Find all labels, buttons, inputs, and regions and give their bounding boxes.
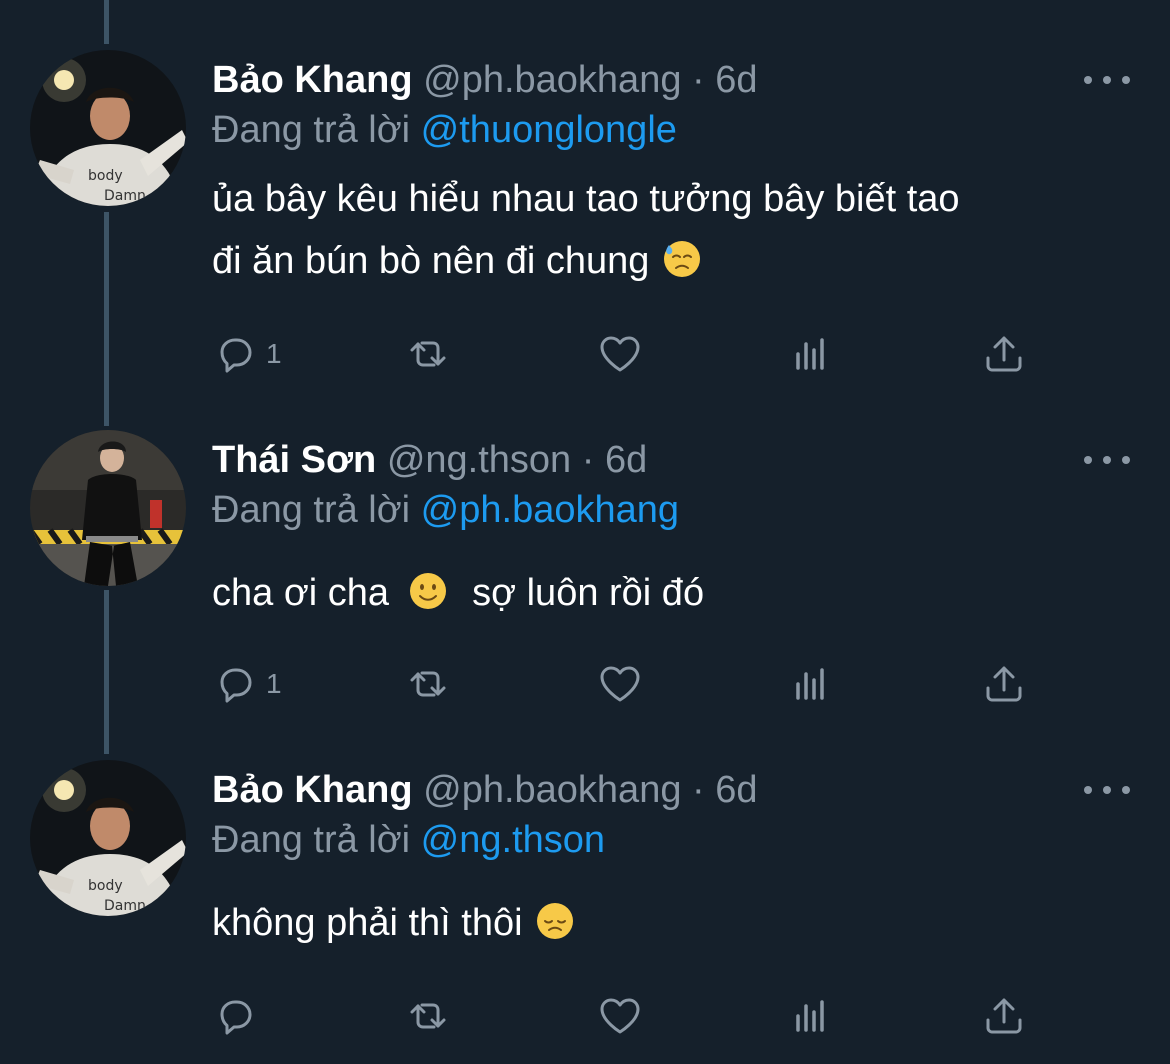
retweet-icon [410,1003,446,1029]
tweet-text-part: không phải thì thôi [212,902,523,944]
retweet-button[interactable] [404,654,452,714]
tweet-actions: 1 [212,324,1072,384]
like-button[interactable] [596,324,644,384]
reply-count: 1 [266,338,282,369]
reply-button[interactable] [212,986,266,1046]
replying-to: Đang trả lời @ph.baokhang [212,480,679,540]
views-button[interactable] [788,654,836,714]
thread-line-top [104,0,109,44]
share-button[interactable] [980,654,1028,714]
analytics-icon [796,338,824,370]
retweet-icon [410,671,446,697]
analytics-icon [796,668,824,700]
retweet-button[interactable] [404,324,452,384]
tweet-text-part: sợ luôn rồi đó [472,572,705,614]
separator: · [692,59,705,101]
user-handle[interactable]: @ng.thson [387,439,571,481]
tweet-actions [212,986,1072,1046]
mention-link[interactable]: @thuonglongle [421,109,677,151]
tweet-text: không phải thì thôi [212,892,1112,954]
tweet[interactable]: Thái Sơn @ng.thson · 6d Đang trả lời @ph… [0,430,1170,730]
tweet-text-part: cha ơi cha [212,572,390,614]
share-icon [986,336,1022,372]
timestamp[interactable]: 6d [715,769,757,811]
views-button[interactable] [788,324,836,384]
timestamp[interactable]: 6d [605,439,647,481]
tweet[interactable]: Bảo Khang @ph.baokhang · 6d Đang trả lời… [0,760,1170,1060]
more-options-icon[interactable] [1084,60,1130,100]
analytics-icon [796,1000,824,1032]
more-options-icon[interactable] [1084,440,1130,480]
more-options-icon[interactable] [1084,770,1130,810]
mention-link[interactable]: @ng.thson [421,819,605,861]
timestamp[interactable]: 6d [715,59,757,101]
share-button[interactable] [980,324,1028,384]
retweet-icon [410,341,446,367]
like-button[interactable] [596,986,644,1046]
sweat-emoji-icon [662,240,701,278]
avatar[interactable] [30,430,186,586]
reply-button[interactable]: 1 [212,654,282,714]
user-handle[interactable]: @ph.baokhang [423,59,681,101]
display-name[interactable]: Bảo Khang [212,59,413,101]
pensive-emoji-icon [536,902,575,940]
replying-to: Đang trả lời @ng.thson [212,810,605,870]
reply-count: 1 [266,668,282,699]
reply-button[interactable]: 1 [212,324,282,384]
share-button[interactable] [980,986,1028,1046]
tweet-text-line: đi ăn bún bò nên đi chung [212,240,650,282]
reply-icon [220,668,252,703]
share-icon [986,666,1022,702]
views-button[interactable] [788,986,836,1046]
replying-to-label: Đang trả lời [212,819,411,861]
display-name[interactable]: Bảo Khang [212,769,413,811]
tweet-text: ủa bây kêu hiểu nhau tao tưởng bây biết … [212,168,1112,292]
separator: · [581,439,595,481]
mention-link[interactable]: @ph.baokhang [421,489,679,531]
display-name[interactable]: Thái Sơn [212,439,376,481]
replying-to-label: Đang trả lời [212,489,411,531]
share-icon [986,998,1022,1034]
replying-to-label: Đang trả lời [212,109,411,151]
tweet-actions: 1 [212,654,1072,714]
tweet-text-line: ủa bây kêu hiểu nhau tao tưởng bây biết … [212,178,960,220]
avatar[interactable] [30,50,186,206]
separator: · [692,769,705,811]
user-handle[interactable]: @ph.baokhang [423,769,681,811]
smile-emoji-icon [408,572,447,610]
tweet-text: cha ơi cha sợ luôn rồi đó [212,562,1112,624]
replying-to: Đang trả lời @thuonglongle [212,100,677,160]
heart-icon [600,998,640,1034]
avatar[interactable] [30,760,186,916]
retweet-button[interactable] [404,986,452,1046]
reply-icon [220,338,252,373]
heart-icon [600,336,640,372]
reply-icon [220,1000,252,1035]
like-button[interactable] [596,654,644,714]
heart-icon [600,666,640,702]
tweet[interactable]: Bảo Khang @ph.baokhang · 6d Đang trả lời… [0,50,1170,410]
